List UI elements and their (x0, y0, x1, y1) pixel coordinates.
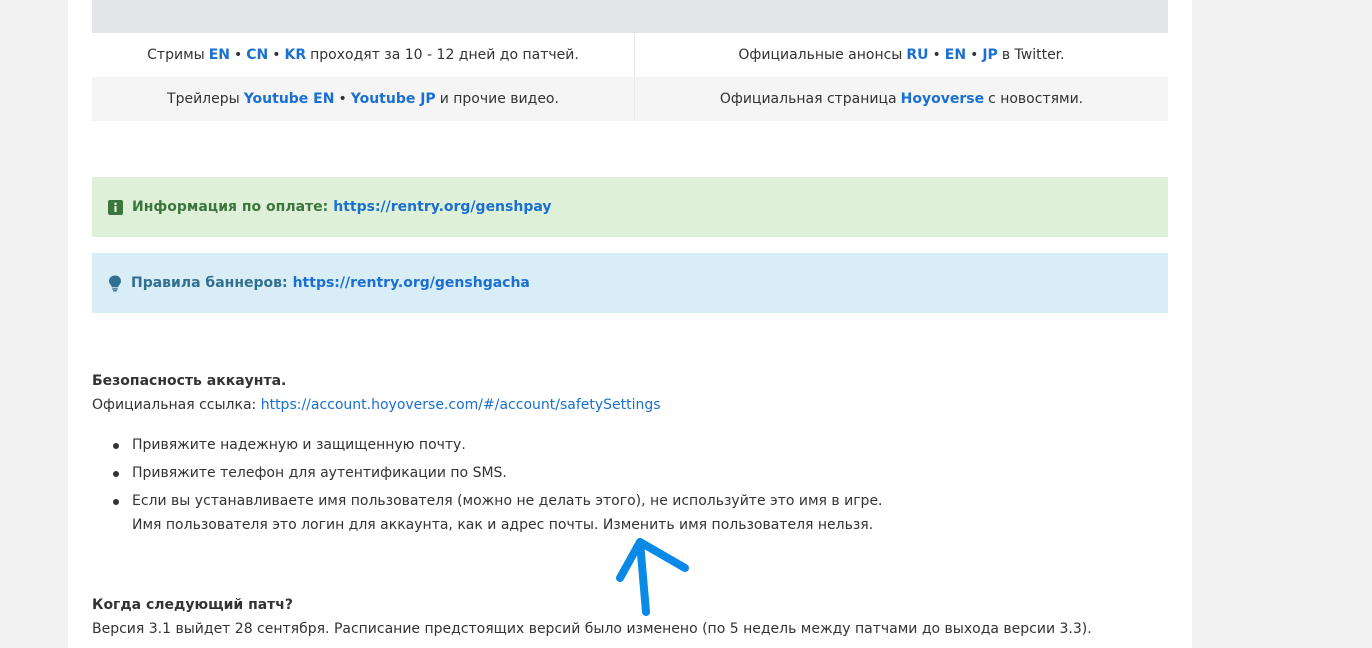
annotation-arrow-icon (616, 538, 689, 616)
